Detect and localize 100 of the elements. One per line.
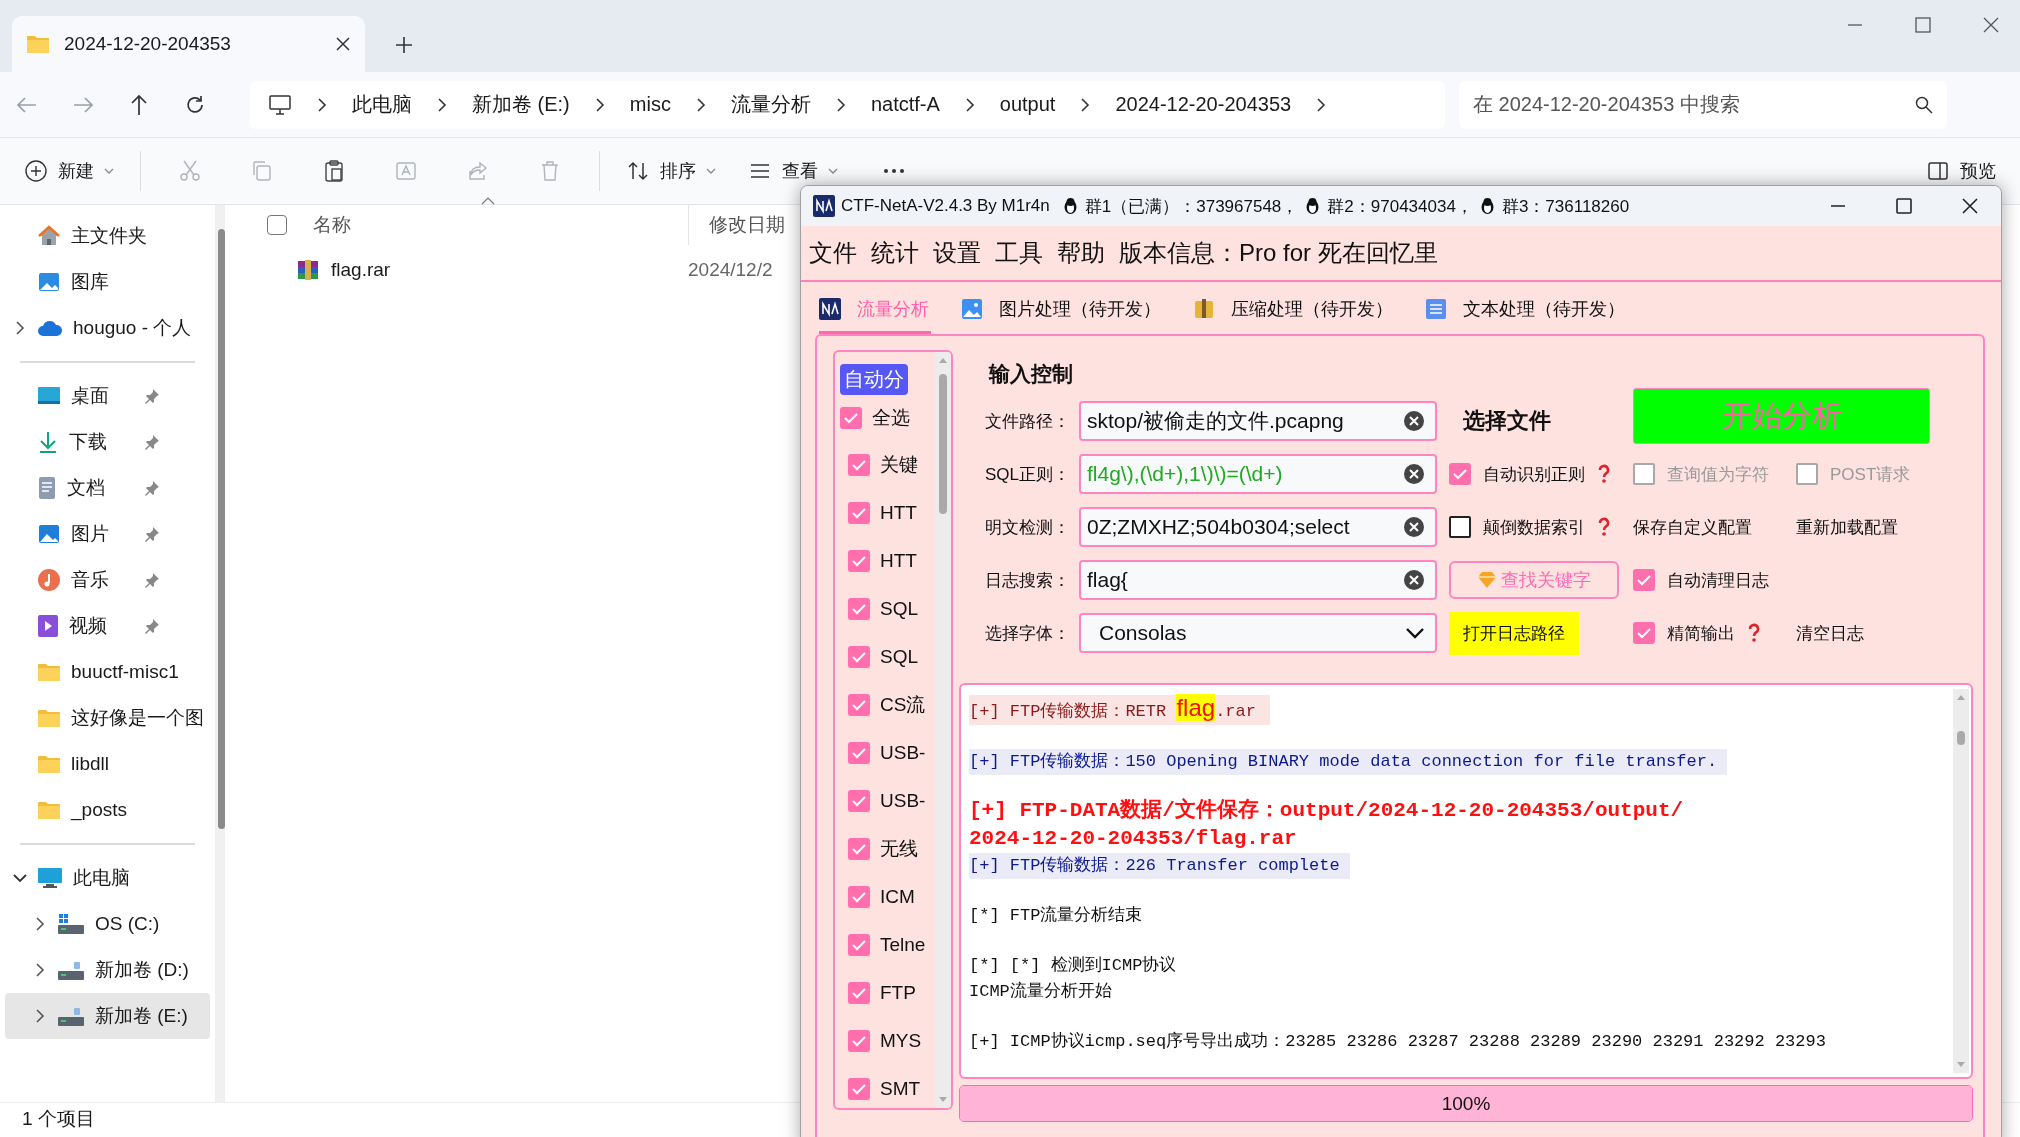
checkbox[interactable] [840,407,862,429]
refresh-icon[interactable] [184,93,206,116]
menu-item[interactable]: 帮助 [1055,237,1107,269]
checkbox[interactable] [848,1078,870,1100]
computer-icon[interactable] [268,93,292,116]
menu-item[interactable]: 统计 [869,237,921,269]
input-field[interactable]: flag{ [1079,560,1437,600]
rename-icon[interactable] [394,159,418,183]
clear-icon[interactable] [1403,410,1425,432]
action-button[interactable]: 清空日志 [1796,621,1864,645]
font-dropdown[interactable]: Consolas [1079,613,1437,653]
input-field[interactable]: sktop/被偷走的文件.pcapng [1079,401,1437,441]
chevron-right-icon[interactable] [436,97,448,112]
sort-button[interactable]: 排序 [622,159,720,183]
tab[interactable]: 文本处理（待开发） [1425,297,1627,334]
checkbox[interactable] [848,502,870,524]
nav-item[interactable]: 图片 [5,511,210,557]
address-bar[interactable]: 此电脑 新加卷 (E:) misc 流量分析 natctf-A output 2024-12-20-204353 [250,80,1445,129]
action-button[interactable]: 重新加载配置 [1796,515,1898,539]
nav-item[interactable]: 下载 [5,419,210,465]
nav-item[interactable]: 视频 [5,603,210,649]
checkbox[interactable] [848,454,870,476]
nav-item[interactable]: houguo - 个人 [5,305,210,351]
close-icon[interactable] [335,36,351,52]
tab[interactable]: 图片处理（待开发） [961,297,1163,334]
breadcrumb-item[interactable]: output [999,93,1056,116]
column-header[interactable]: 修改日期 [709,212,785,238]
file-name[interactable]: flag.rar [267,259,688,281]
chevron-right-icon[interactable] [316,97,328,112]
scrollbar[interactable] [1953,689,1969,1073]
new-button[interactable]: 新建 [20,159,118,183]
nav-item[interactable]: 图库 [5,259,210,305]
paste-icon[interactable] [322,159,346,183]
menu-item[interactable]: 工具 [993,237,1045,269]
breadcrumb-item[interactable]: 新加卷 (E:) [472,91,570,118]
checkbox[interactable] [1449,516,1471,538]
checkbox[interactable] [848,790,870,812]
plus-icon[interactable] [395,36,413,54]
chevron-right-icon[interactable] [34,963,46,977]
checkbox[interactable] [1449,463,1471,485]
choose-file-button[interactable]: 选择文件 [1463,406,1551,436]
chevron-right-icon[interactable] [1315,97,1328,112]
chevron-right-icon[interactable] [14,321,26,335]
checkbox[interactable] [848,838,870,860]
chevron-right-icon[interactable] [1079,97,1092,112]
view-button[interactable]: 查看 [744,159,842,183]
menu-item[interactable]: 设置 [931,237,983,269]
nav-item[interactable]: 桌面 [5,373,210,419]
close-icon[interactable] [1982,16,2000,34]
explorer-tab[interactable]: 2024-12-20-204353 [12,16,365,72]
clear-icon[interactable] [1403,569,1425,591]
breadcrumb-item[interactable]: 此电脑 [352,91,412,118]
open-log-button[interactable]: 打开日志路径 [1449,611,1579,655]
chevron-right-icon[interactable] [34,1009,46,1023]
breadcrumb-item[interactable]: 流量分析 [730,91,811,118]
chevron-right-icon[interactable] [694,97,707,112]
scrollbar-thumb[interactable] [218,229,225,829]
chevron-right-icon[interactable] [34,917,46,931]
menu-item[interactable]: 文件 [807,237,859,269]
tab[interactable]: 压缩处理（待开发） [1193,297,1395,334]
nav-item[interactable]: 此电脑 [5,855,210,901]
checkbox[interactable] [848,1030,870,1052]
chevron-down-icon[interactable] [13,872,27,884]
input-field[interactable]: 0Z;ZMXHZ;504b0304;select [1079,507,1437,547]
nav-item[interactable]: _posts [5,787,210,833]
preview-button[interactable]: 预览 [1922,159,2000,183]
chevron-right-icon[interactable] [963,97,976,112]
checkbox[interactable] [848,646,870,668]
cut-icon[interactable] [178,159,202,183]
nav-item[interactable]: 主文件夹 [5,213,210,259]
checkbox[interactable] [848,886,870,908]
nav-item[interactable]: 新加卷 (D:) [5,947,210,993]
scrollbar[interactable] [935,352,951,1108]
action-button[interactable]: 保存自定义配置 [1633,515,1752,539]
nav-item[interactable]: 新加卷 (E:) [5,993,210,1039]
search-field[interactable]: 在 2024-12-20-204353 中搜索 [1459,80,1947,129]
checkbox[interactable] [848,550,870,572]
checkbox[interactable] [848,694,870,716]
checkbox[interactable] [1633,622,1655,644]
checkbox[interactable] [848,934,870,956]
nav-item[interactable]: buuctf-misc1 [5,649,210,695]
menu-item[interactable]: 版本信息：Pro for 死在回忆里 [1117,237,1440,269]
checkbox[interactable] [848,598,870,620]
chevron-right-icon[interactable] [593,97,606,112]
nav-item[interactable]: OS (C:) [5,901,210,947]
checkbox[interactable] [848,742,870,764]
maximize-icon[interactable] [1895,197,1913,215]
clear-icon[interactable] [1403,516,1425,538]
close-icon[interactable] [1961,197,1979,215]
copy-icon[interactable] [250,159,274,183]
chevron-right-icon[interactable] [834,97,847,112]
nav-item[interactable]: 文档 [5,465,210,511]
nav-item[interactable]: libdll [5,741,210,787]
checkbox[interactable] [848,982,870,1004]
clear-icon[interactable] [1403,463,1425,485]
nav-item[interactable]: 这好像是一个图 [5,695,210,741]
column-header[interactable]: 名称 [313,212,351,238]
breadcrumb-item[interactable]: misc [629,93,671,116]
search-icon[interactable] [1915,95,1933,114]
checkbox[interactable] [1633,569,1655,591]
